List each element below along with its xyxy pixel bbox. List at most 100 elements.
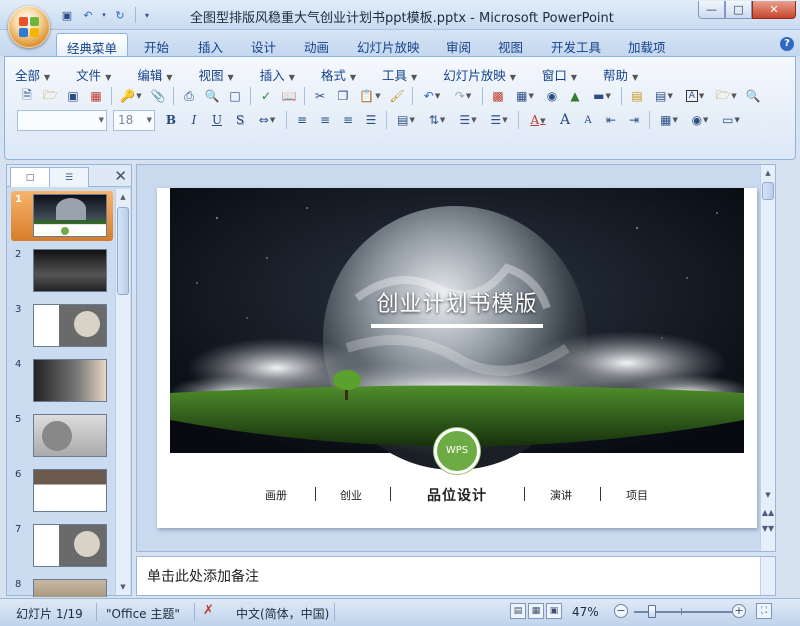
numbering-icon[interactable]: ☰ ▼ bbox=[454, 110, 482, 130]
tab-developer[interactable]: 开发工具 bbox=[541, 33, 611, 56]
increase-indent-icon[interactable]: ⇥ bbox=[624, 110, 644, 130]
decrease-indent-icon[interactable]: ⇤ bbox=[601, 110, 621, 130]
slide-title[interactable]: 创业计划书模版 bbox=[347, 286, 567, 318]
notes-scrollbar[interactable] bbox=[760, 557, 775, 595]
format-painter-icon[interactable]: 🖌 bbox=[387, 86, 407, 106]
scroll-thumb[interactable] bbox=[117, 207, 129, 295]
spelling-icon[interactable]: ✓ bbox=[256, 86, 276, 106]
tab-design[interactable]: 设计 bbox=[241, 33, 286, 56]
chart-icon[interactable]: ▩ bbox=[488, 86, 508, 106]
slideshow-view-icon[interactable]: ▣ bbox=[546, 603, 562, 619]
menu-edit[interactable]: 编辑 ▼ bbox=[137, 65, 172, 84]
customize-icon[interactable]: ▾ bbox=[142, 6, 152, 24]
spell-check-icon[interactable]: ✗ bbox=[203, 603, 214, 618]
paste-icon[interactable]: 📋 ▼ bbox=[356, 86, 384, 106]
menu-tools[interactable]: 工具 ▼ bbox=[382, 65, 417, 84]
table-icon[interactable]: ▦ ▼ bbox=[511, 86, 539, 106]
research-icon[interactable]: 📖 bbox=[279, 86, 299, 106]
bold-button[interactable]: B bbox=[161, 110, 181, 130]
columns-icon[interactable]: ▤ ▼ bbox=[392, 110, 420, 130]
save-icon[interactable]: ▣ bbox=[63, 86, 83, 106]
slide-scrollbar[interactable]: ▲ ▼ ▲▲ ▼▼ bbox=[760, 165, 775, 551]
scroll-thumb[interactable] bbox=[762, 182, 774, 200]
copy-icon[interactable]: ❐ bbox=[333, 86, 353, 106]
align-right-icon[interactable]: ≡ bbox=[338, 110, 358, 130]
bullets-icon[interactable]: ☰ ▼ bbox=[485, 110, 513, 130]
tab-review[interactable]: 审阅 bbox=[436, 33, 481, 56]
zoom-icon[interactable]: 🔍 bbox=[743, 86, 763, 106]
redo-icon[interactable]: ↷ ▼ bbox=[449, 86, 477, 106]
background-color-icon[interactable]: ▬ ▼ bbox=[588, 86, 616, 106]
menu-format[interactable]: 格式 ▼ bbox=[321, 65, 356, 84]
scroll-up-icon[interactable]: ▲ bbox=[761, 165, 775, 181]
scroll-down-icon[interactable]: ▼ bbox=[116, 579, 130, 595]
zoom-out-button[interactable]: − bbox=[614, 604, 628, 618]
maximize-button[interactable]: □ bbox=[725, 1, 752, 19]
thumbnails-scrollbar[interactable]: ▲ ▼ bbox=[115, 189, 130, 595]
align-center-icon[interactable]: ≡ bbox=[315, 110, 335, 130]
font-size-combo[interactable]: 18 ▼ bbox=[113, 109, 155, 131]
slide-thumbnail[interactable]: 5 bbox=[11, 411, 113, 461]
font-name-combo[interactable]: ▼ bbox=[17, 109, 107, 131]
tab-home[interactable]: 开始 bbox=[134, 33, 179, 56]
office-button[interactable] bbox=[8, 6, 50, 48]
slide-canvas[interactable]: 创业计划书模版 WPS 画册 创业 品位设计 演讲 项目 bbox=[157, 188, 757, 528]
scroll-down-icon[interactable]: ▼ bbox=[761, 487, 775, 503]
shrink-font-button[interactable]: A bbox=[578, 110, 598, 130]
language-indicator[interactable]: 中文(简体，中国) bbox=[236, 605, 329, 622]
fit-to-window-icon[interactable]: ⛶ bbox=[756, 603, 772, 619]
slide-thumbnail[interactable]: 6 bbox=[11, 466, 113, 516]
undo-icon[interactable]: ↶ ▼ bbox=[418, 86, 446, 106]
cut-icon[interactable]: ✂ bbox=[310, 86, 330, 106]
tab-classic-menu[interactable]: 经典菜单 bbox=[56, 33, 129, 56]
picture-icon[interactable]: ▲ bbox=[565, 86, 585, 106]
underline-button[interactable]: U bbox=[207, 110, 227, 130]
slide-thumbnail[interactable]: 4 bbox=[11, 356, 113, 406]
layout-icon[interactable]: ▤ ▼ bbox=[650, 86, 678, 106]
justify-icon[interactable]: ☰ bbox=[361, 110, 381, 130]
previous-slide-icon[interactable]: ▲▲ bbox=[761, 505, 775, 521]
normal-view-icon[interactable]: ▤ bbox=[510, 603, 526, 619]
new-slide-icon[interactable]: ▤ bbox=[627, 86, 647, 106]
shadow-button[interactable]: S bbox=[230, 110, 250, 130]
tab-slides[interactable]: □ bbox=[10, 167, 50, 187]
zoom-level[interactable]: 47% bbox=[572, 605, 599, 619]
tab-outline[interactable]: ☰ bbox=[49, 167, 89, 187]
zoom-in-button[interactable]: + bbox=[732, 604, 746, 618]
quick-styles-icon[interactable]: ◉ ▼ bbox=[686, 110, 714, 130]
textbox-icon[interactable]: A ▼ bbox=[681, 86, 709, 106]
print-icon[interactable]: ⎙ bbox=[179, 86, 199, 106]
save-pdf-icon[interactable]: ▦ bbox=[86, 86, 106, 106]
tab-insert[interactable]: 插入 bbox=[188, 33, 233, 56]
shape-fill-icon[interactable]: ▭ ▼ bbox=[717, 110, 745, 130]
shapes-icon[interactable]: 🗁 ▼ bbox=[712, 86, 740, 106]
font-color-button[interactable]: A ▼ bbox=[524, 110, 552, 130]
clipart-icon[interactable]: ◉ bbox=[542, 86, 562, 106]
menu-slideshow[interactable]: 幻灯片放映 ▼ bbox=[443, 65, 516, 84]
text-direction-icon[interactable]: ⇅ ▼ bbox=[423, 110, 451, 130]
save-icon[interactable]: ▣ bbox=[58, 6, 76, 24]
italic-button[interactable]: I bbox=[184, 110, 204, 130]
new-file-icon[interactable]: 🗎 bbox=[17, 86, 37, 106]
undo-icon[interactable]: ↶ bbox=[79, 6, 97, 24]
menu-file[interactable]: 文件 ▼ bbox=[76, 65, 111, 84]
slide-thumbnail[interactable]: 1 bbox=[11, 191, 113, 241]
close-button[interactable]: ✕ bbox=[752, 1, 796, 19]
slide-view-icon[interactable]: □ bbox=[225, 86, 245, 106]
slide-thumbnail[interactable]: 3 bbox=[11, 301, 113, 351]
next-slide-icon[interactable]: ▼▼ bbox=[761, 521, 775, 537]
menu-help[interactable]: 帮助 ▼ bbox=[603, 65, 638, 84]
notes-pane[interactable]: 单击此处添加备注 bbox=[136, 556, 776, 596]
grow-font-button[interactable]: A bbox=[555, 110, 575, 130]
menu-insert[interactable]: 插入 ▼ bbox=[260, 65, 295, 84]
menu-window[interactable]: 窗口 ▼ bbox=[542, 65, 577, 84]
tab-addins[interactable]: 加载项 bbox=[618, 33, 676, 56]
close-icon[interactable]: ✕ bbox=[114, 167, 127, 185]
attach-icon[interactable]: 📎 bbox=[148, 86, 168, 106]
permission-icon[interactable]: 🔑 ▼ bbox=[117, 86, 145, 106]
tab-view[interactable]: 视图 bbox=[488, 33, 533, 56]
zoom-slider-thumb[interactable] bbox=[648, 605, 656, 618]
scroll-up-icon[interactable]: ▲ bbox=[116, 189, 130, 205]
menu-view[interactable]: 视图 ▼ bbox=[199, 65, 234, 84]
slide-thumbnail[interactable]: 2 bbox=[11, 246, 113, 296]
